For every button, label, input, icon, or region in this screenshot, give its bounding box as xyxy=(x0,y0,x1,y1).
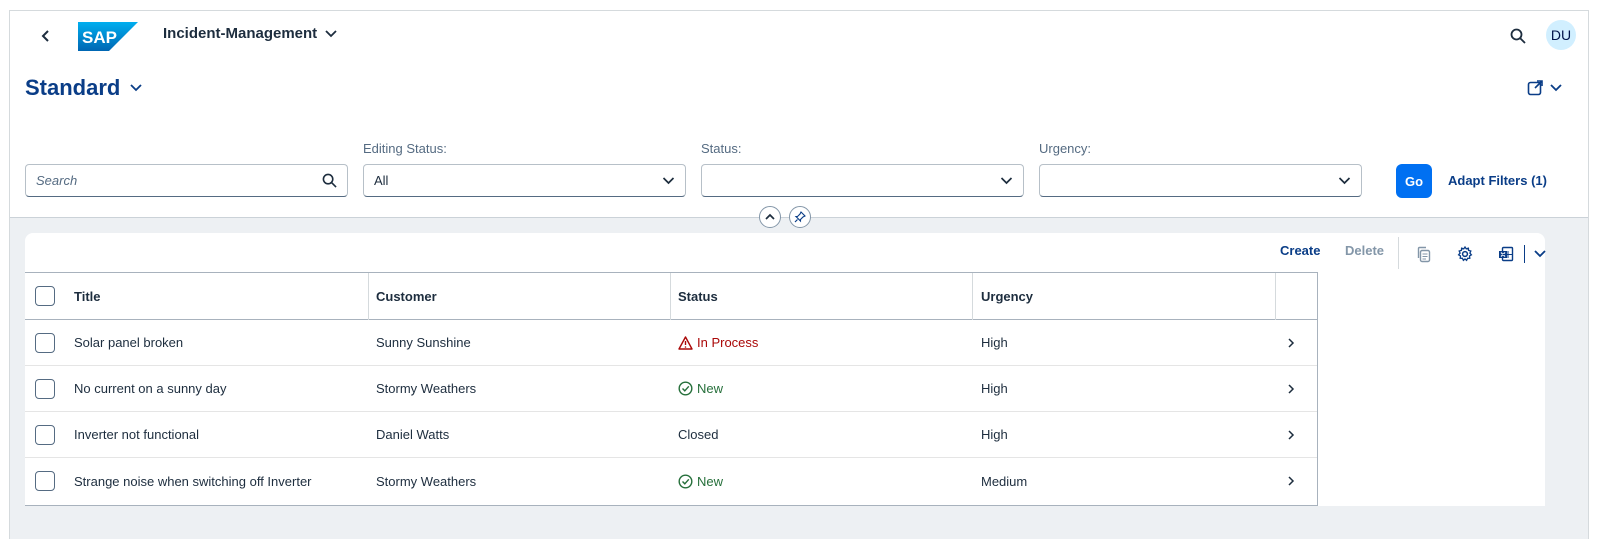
search-icon[interactable] xyxy=(322,173,337,191)
cell-urgency: High xyxy=(981,335,1008,350)
status-text: Closed xyxy=(678,427,719,442)
chevron-down-icon xyxy=(325,29,337,37)
status-text: New xyxy=(697,381,724,396)
incidents-table: Title Customer Status Urgency Solar pane… xyxy=(25,272,1318,506)
chevron-right-icon xyxy=(1288,429,1295,440)
status-filter-select[interactable] xyxy=(701,164,1024,197)
create-button[interactable]: Create xyxy=(1280,243,1320,258)
table-row[interactable]: No current on a sunny day Stormy Weather… xyxy=(25,366,1317,412)
chevron-down-icon xyxy=(1338,173,1351,190)
cell-status: New xyxy=(678,458,723,504)
search-placeholder: Search xyxy=(36,173,78,188)
cell-customer: Daniel Watts xyxy=(376,427,450,442)
cell-title: Inverter not functional xyxy=(74,427,200,442)
column-separator xyxy=(1275,273,1276,320)
pin-icon xyxy=(794,211,806,223)
collapse-header-button[interactable] xyxy=(759,206,781,228)
cell-status: Closed xyxy=(678,412,718,457)
row-checkbox[interactable] xyxy=(35,333,55,353)
variant-title: Standard xyxy=(25,75,121,100)
cell-customer: Stormy Weathers xyxy=(376,473,477,489)
share-icon xyxy=(1527,80,1543,96)
status-text: New xyxy=(697,473,724,489)
column-header-urgency[interactable]: Urgency xyxy=(981,273,1033,319)
app-title: Incident-Management xyxy=(163,25,318,42)
editing-status-select[interactable]: All xyxy=(363,164,686,197)
copy-icon xyxy=(1417,246,1431,262)
cell-title: No current on a sunny day xyxy=(74,381,227,396)
column-separator xyxy=(972,273,973,320)
app-title-menu[interactable]: Incident-Management xyxy=(163,25,337,42)
cell-urgency: High xyxy=(981,427,1008,442)
column-header-status[interactable]: Status xyxy=(678,273,718,319)
row-checkbox[interactable] xyxy=(35,471,55,491)
chevron-down-icon xyxy=(130,84,142,92)
shell-search-button[interactable] xyxy=(1507,25,1529,47)
app-frame: SAP Incident-Management DU Standard Sear… xyxy=(9,10,1589,539)
cell-urgency: High xyxy=(981,381,1008,396)
user-avatar[interactable]: DU xyxy=(1546,20,1576,50)
shell-bar: SAP Incident-Management DU xyxy=(10,11,1590,61)
search-input[interactable]: Search xyxy=(25,164,348,197)
adapt-filters-button[interactable]: Adapt Filters (1) xyxy=(1448,173,1547,188)
chevron-down-icon xyxy=(1000,173,1013,190)
column-separator xyxy=(368,273,369,320)
table-row[interactable]: Inverter not functional Daniel Watts Clo… xyxy=(25,412,1317,458)
go-button[interactable]: Go xyxy=(1396,164,1432,198)
editing-status-label: Editing Status: xyxy=(363,141,447,156)
back-button[interactable] xyxy=(36,25,56,47)
editing-status-value: All xyxy=(374,173,389,188)
chevron-right-icon xyxy=(1288,337,1295,348)
chevron-down-icon xyxy=(1534,250,1546,258)
cell-customer: Stormy Weathers xyxy=(376,381,477,396)
row-navigation-chevron[interactable] xyxy=(1287,366,1295,411)
cell-urgency: Medium xyxy=(981,473,1028,489)
chevron-down-icon xyxy=(662,173,675,190)
row-checkbox[interactable] xyxy=(35,425,55,445)
chevron-right-icon xyxy=(1288,476,1295,486)
table-row[interactable]: Strange noise when switching off Inverte… xyxy=(25,458,1317,504)
cell-title: Strange noise when switching off Inverte… xyxy=(74,473,312,489)
urgency-filter-select[interactable] xyxy=(1039,164,1362,197)
gear-icon xyxy=(1457,246,1473,262)
status-text: In Process xyxy=(697,335,759,350)
warning-icon xyxy=(678,335,693,350)
variant-selector[interactable]: Standard xyxy=(25,75,142,101)
table-header-row: Title Customer Status Urgency xyxy=(25,273,1317,320)
export-excel-icon xyxy=(1499,246,1514,262)
cell-title: Solar panel broken xyxy=(74,335,184,350)
success-icon xyxy=(678,473,693,489)
pin-header-button[interactable] xyxy=(789,206,811,228)
sap-logo: SAP xyxy=(78,22,138,51)
column-separator xyxy=(670,273,671,320)
row-navigation-chevron[interactable] xyxy=(1287,458,1295,504)
cell-status: In Process xyxy=(678,320,758,365)
cell-status: New xyxy=(678,366,723,411)
status-filter-label: Status: xyxy=(701,141,742,156)
urgency-filter-label: Urgency: xyxy=(1039,141,1092,156)
row-navigation-chevron[interactable] xyxy=(1287,320,1295,365)
row-checkbox[interactable] xyxy=(35,379,55,399)
chevron-up-icon xyxy=(765,213,775,220)
column-header-customer[interactable]: Customer xyxy=(376,273,437,319)
share-menu-button[interactable] xyxy=(1527,79,1562,96)
table-row[interactable]: Solar panel broken Sunny Sunshine In Pro… xyxy=(25,320,1317,366)
chevron-down-icon xyxy=(1550,83,1562,91)
cell-customer: Sunny Sunshine xyxy=(376,335,471,350)
table-settings-button[interactable] xyxy=(1454,243,1476,265)
export-menu-button[interactable] xyxy=(1529,243,1551,265)
column-header-title[interactable]: Title xyxy=(74,273,101,319)
export-split-separator xyxy=(1524,245,1525,263)
chevron-left-icon xyxy=(41,30,49,42)
chevron-right-icon xyxy=(1288,383,1295,394)
select-all-checkbox[interactable] xyxy=(35,286,55,306)
success-icon xyxy=(678,381,693,396)
copy-button[interactable] xyxy=(1413,243,1435,265)
search-icon xyxy=(1510,28,1526,44)
row-navigation-chevron[interactable] xyxy=(1287,412,1295,457)
svg-text:SAP: SAP xyxy=(82,28,117,47)
delete-button[interactable]: Delete xyxy=(1345,243,1384,258)
export-button[interactable] xyxy=(1495,243,1517,265)
toolbar-separator xyxy=(1398,237,1399,269)
